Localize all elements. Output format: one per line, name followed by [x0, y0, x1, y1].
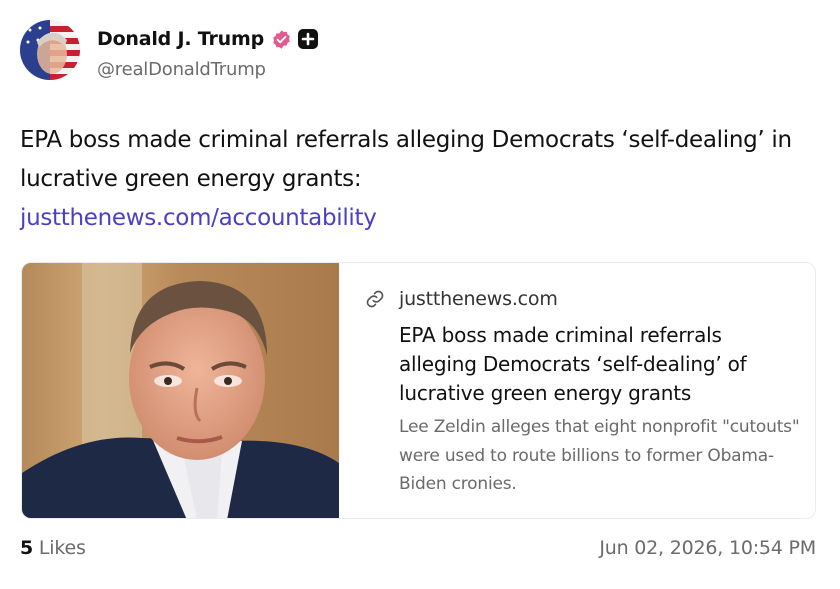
author-handle[interactable]: @realDonaldTrump	[97, 59, 318, 80]
post-link[interactable]: justthenews.com/accountability	[20, 199, 377, 238]
card-source-row: justthenews.com	[365, 287, 805, 311]
author-name-row: Donald J. Trump	[97, 27, 318, 51]
link-preview-card[interactable]: justthenews.com EPA boss made criminal r…	[21, 262, 816, 519]
plus-badge-icon	[297, 29, 318, 49]
card-title: EPA boss made criminal referrals allegin…	[399, 323, 747, 405]
card-description: Lee Zeldin alleges that eight nonprofit …	[399, 417, 800, 494]
likes-label: Likes	[33, 537, 86, 559]
likes-number: 5	[20, 537, 34, 559]
link-icon	[365, 289, 385, 309]
post-timestamp[interactable]: Jun 02, 2026, 10:54 PM	[599, 537, 816, 559]
card-thumbnail-image	[22, 263, 339, 518]
likes-count[interactable]: 5 Likes	[20, 537, 86, 559]
author-name[interactable]: Donald J. Trump	[97, 28, 264, 50]
card-source: justthenews.com	[399, 288, 558, 310]
card-body: justthenews.com EPA boss made criminal r…	[365, 287, 805, 499]
verified-badge-icon	[271, 29, 292, 50]
post-text: EPA boss made criminal referrals allegin…	[20, 127, 792, 192]
avatar[interactable]	[20, 20, 80, 80]
author-block: Donald J. Trump @realDonaldTrump	[97, 27, 318, 80]
